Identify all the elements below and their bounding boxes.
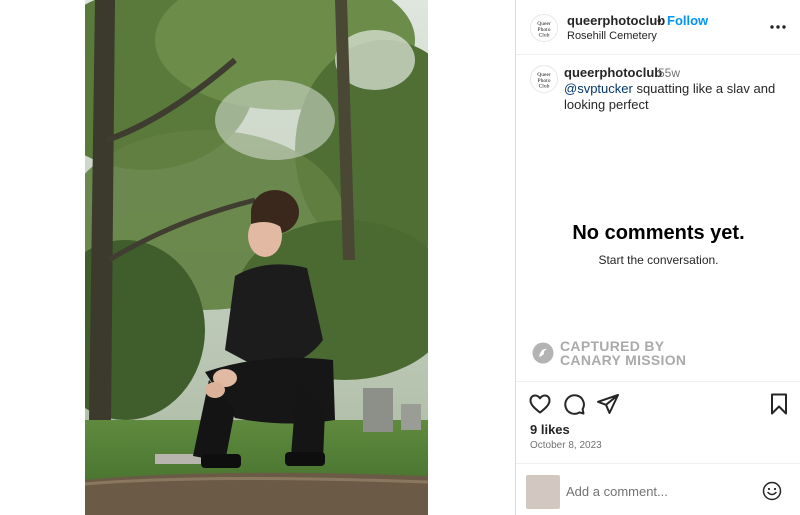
comment-input[interactable]: [566, 480, 746, 502]
location-link[interactable]: Rosehill Cemetery: [567, 30, 657, 42]
profile-avatar[interactable]: Queer Photo Club: [530, 14, 558, 42]
post-date[interactable]: October 8, 2023: [530, 440, 602, 451]
post-details-panel: Queer Photo Club queerphotoclub • Follow…: [515, 0, 800, 515]
separator-dot: •: [657, 13, 662, 28]
portrait-photo-in-cemetery: [85, 0, 428, 515]
caption-avatar[interactable]: Queer Photo Club: [530, 65, 558, 93]
post-photo[interactable]: [85, 0, 428, 515]
more-options-icon[interactable]: [768, 17, 788, 37]
svg-text:Club: Club: [539, 83, 550, 89]
heart-icon[interactable]: [528, 392, 552, 416]
viewer-avatar: [526, 475, 560, 509]
bookmark-icon[interactable]: [767, 392, 791, 416]
like-count[interactable]: 9 likes: [530, 422, 570, 437]
share-icon[interactable]: [596, 392, 620, 416]
emoji-icon[interactable]: [762, 481, 782, 501]
media-pane: [0, 0, 515, 515]
canary-logo-icon: [532, 342, 554, 364]
no-comments-title: No comments yet.: [572, 222, 745, 244]
caption-timestamp[interactable]: 55w: [658, 66, 680, 80]
watermark-line-2: CANARY MISSION: [560, 352, 687, 368]
svg-text:Club: Club: [539, 32, 550, 38]
caption-text: @svptucker squatting like a slav and loo…: [564, 81, 784, 113]
header-username[interactable]: queerphotoclub: [567, 13, 665, 28]
follow-button[interactable]: Follow: [667, 13, 708, 28]
add-comment-bar: [516, 463, 800, 515]
mention-link[interactable]: @svptucker: [564, 81, 633, 96]
comment-icon[interactable]: [562, 392, 586, 416]
post-actions: 9 likes October 8, 2023: [516, 381, 800, 463]
caption-username[interactable]: queerphotoclub: [564, 65, 662, 80]
post-header: Queer Photo Club queerphotoclub • Follow…: [516, 0, 800, 55]
queer-photo-club-logo-icon: Queer Photo Club: [531, 66, 557, 92]
no-comments-subtitle: Start the conversation.: [598, 253, 719, 267]
queer-photo-club-logo-icon: Queer Photo Club: [531, 15, 557, 41]
